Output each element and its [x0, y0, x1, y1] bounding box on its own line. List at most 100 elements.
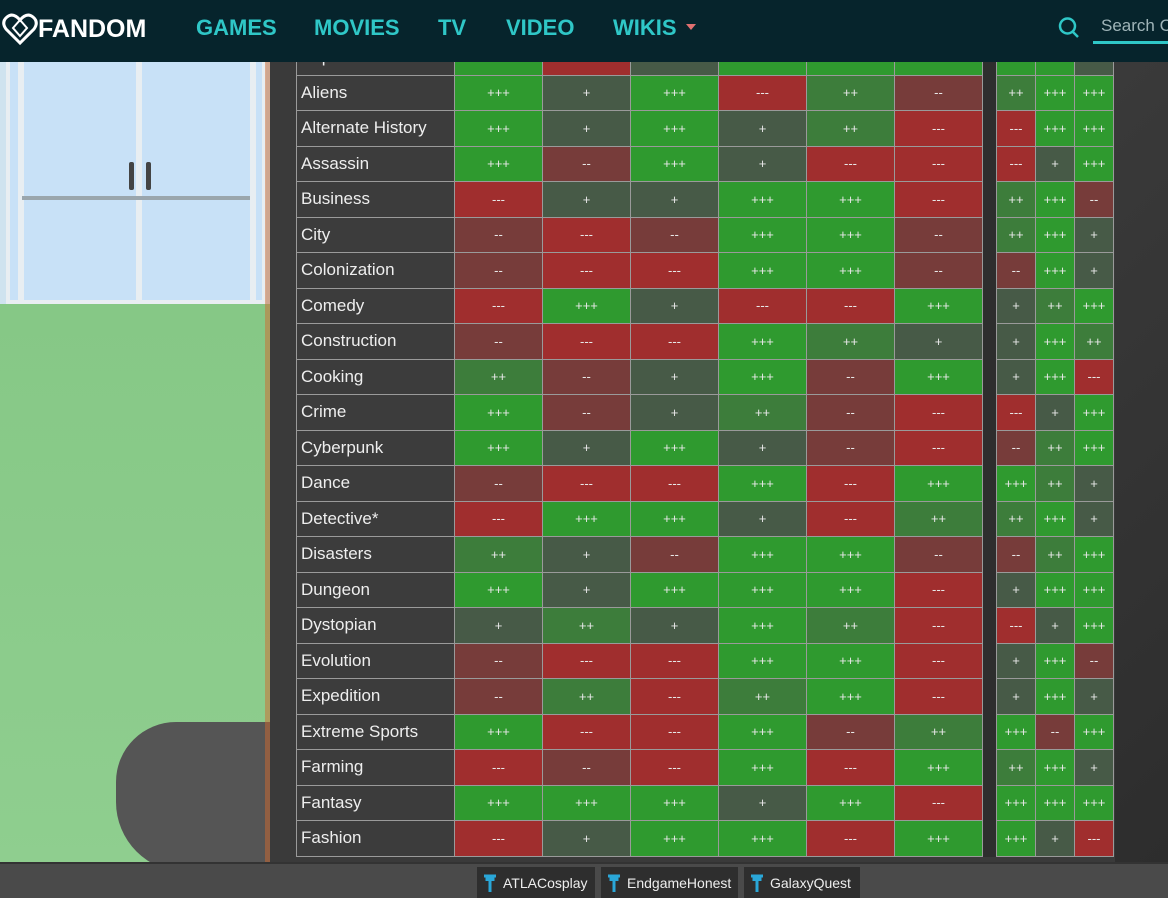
rating-cell: +++ [719, 324, 807, 360]
rating-cell: --- [631, 750, 719, 786]
rating-cell: --- [996, 146, 1036, 182]
row-label: Dungeon [296, 572, 455, 608]
taskbar-tab-atlacosplay[interactable]: ATLACosplay [477, 867, 595, 898]
rating-cell: --- [1075, 359, 1114, 395]
rating-cell: -- [1075, 182, 1114, 218]
rating-cell: + [996, 643, 1036, 679]
rating-cell: + [996, 288, 1036, 324]
rating-cell: ++ [807, 111, 895, 147]
rating-cell: ++ [1036, 430, 1075, 466]
rating-cell: -- [807, 395, 895, 431]
nav-tv[interactable]: TV [438, 15, 466, 41]
rating-cell: +++ [1075, 714, 1114, 750]
chevron-down-icon[interactable] [686, 24, 696, 30]
rating-cell: +++ [895, 750, 983, 786]
column-gap [983, 501, 996, 537]
rating-cell: +++ [996, 785, 1036, 821]
rating-cell: +++ [455, 430, 543, 466]
row-label: Expedition [296, 679, 455, 715]
rating-cell: +++ [807, 253, 895, 289]
table-row: Alternate History +++ + +++ + ++ --- --- +++ +++ [296, 111, 1115, 147]
rating-cell: ++ [1036, 288, 1075, 324]
search-input[interactable]: Search C [1093, 14, 1168, 44]
table-row: Extreme Sports +++ --- --- +++ -- ++ +++ -- +++ [296, 714, 1115, 750]
rating-cell: +++ [719, 217, 807, 253]
rating-cell: --- [895, 608, 983, 644]
rating-cell: --- [895, 111, 983, 147]
rating-cell: --- [895, 679, 983, 715]
rating-cell: + [719, 785, 807, 821]
rating-cell: -- [455, 466, 543, 502]
row-label: Crime [296, 395, 455, 431]
rating-cell: +++ [631, 572, 719, 608]
rating-cell: -- [631, 537, 719, 573]
rating-cell: --- [895, 146, 983, 182]
table-row: Colonization -- --- --- +++ +++ -- -- +++ + [296, 253, 1115, 289]
rating-cell: ++ [807, 75, 895, 111]
rating-cell: +++ [1036, 182, 1075, 218]
fandom-header: FANDOM GAMES MOVIES TV VIDEO WIKIS Searc… [0, 0, 1168, 62]
rating-cell: + [1036, 146, 1075, 182]
rating-cell: + [631, 395, 719, 431]
rating-cell: --- [895, 572, 983, 608]
rating-cell: ++ [1075, 324, 1114, 360]
rating-cell: +++ [719, 253, 807, 289]
rating-cell: + [455, 608, 543, 644]
rating-cell: +++ [1036, 217, 1075, 253]
rating-cell: -- [631, 217, 719, 253]
nav-games[interactable]: GAMES [196, 15, 277, 41]
row-label: City [296, 217, 455, 253]
nav-movies[interactable]: MOVIES [314, 15, 400, 41]
rating-cell: --- [631, 679, 719, 715]
search-icon[interactable] [1058, 16, 1080, 40]
rating-cell: --- [807, 146, 895, 182]
row-label: Aliens [296, 75, 455, 111]
table-row: Disasters ++ + -- +++ +++ -- -- ++ +++ [296, 537, 1115, 573]
rating-cell: +++ [1036, 643, 1075, 679]
rating-cell: +++ [895, 821, 983, 857]
rating-cell: -- [455, 643, 543, 679]
row-label: Alternate History [296, 111, 455, 147]
nav-wikis[interactable]: WIKIS [613, 15, 677, 41]
rating-cell: +++ [895, 288, 983, 324]
rating-cell: +++ [1036, 324, 1075, 360]
rating-cell: +++ [1036, 750, 1075, 786]
rating-cell: -- [996, 253, 1036, 289]
rating-cell: +++ [719, 537, 807, 573]
taskbar-tab-endgamehonest[interactable]: EndgameHonest [601, 867, 738, 898]
rating-cell: +++ [1075, 785, 1114, 821]
rating-cell: +++ [1075, 288, 1114, 324]
rating-cell: ++ [996, 75, 1036, 111]
rating-cell: +++ [1036, 679, 1075, 715]
rating-cell: + [543, 430, 631, 466]
column-gap [983, 785, 996, 821]
rating-cell: ++ [895, 714, 983, 750]
rating-cell: + [543, 182, 631, 218]
rating-cell: --- [807, 821, 895, 857]
rating-cell: --- [543, 324, 631, 360]
rating-cell: --- [895, 430, 983, 466]
rating-cell: -- [543, 750, 631, 786]
rating-cell: --- [996, 608, 1036, 644]
rating-cell: --- [455, 750, 543, 786]
rating-cell: +++ [543, 288, 631, 324]
rating-cell: +++ [631, 501, 719, 537]
nav-video[interactable]: VIDEO [506, 15, 574, 41]
rating-cell: --- [719, 288, 807, 324]
taskbar-tab-galaxyquest[interactable]: GalaxyQuest [744, 867, 860, 898]
rating-cell: + [719, 430, 807, 466]
column-gap [983, 679, 996, 715]
rating-cell: +++ [631, 146, 719, 182]
tab-label: ATLACosplay [503, 874, 588, 891]
rating-cell: --- [543, 217, 631, 253]
column-gap [983, 146, 996, 182]
rating-cell: -- [895, 75, 983, 111]
rating-cell: -- [807, 714, 895, 750]
rating-cell: -- [455, 679, 543, 715]
fandom-logo[interactable]: FANDOM [2, 12, 146, 46]
table-row: Assassin +++ -- +++ + --- --- --- + +++ [296, 146, 1115, 182]
rating-cell: ++ [543, 679, 631, 715]
rating-cell: + [996, 359, 1036, 395]
column-gap [983, 537, 996, 573]
table-row: Aliens +++ + +++ --- ++ -- ++ +++ +++ [296, 75, 1115, 111]
